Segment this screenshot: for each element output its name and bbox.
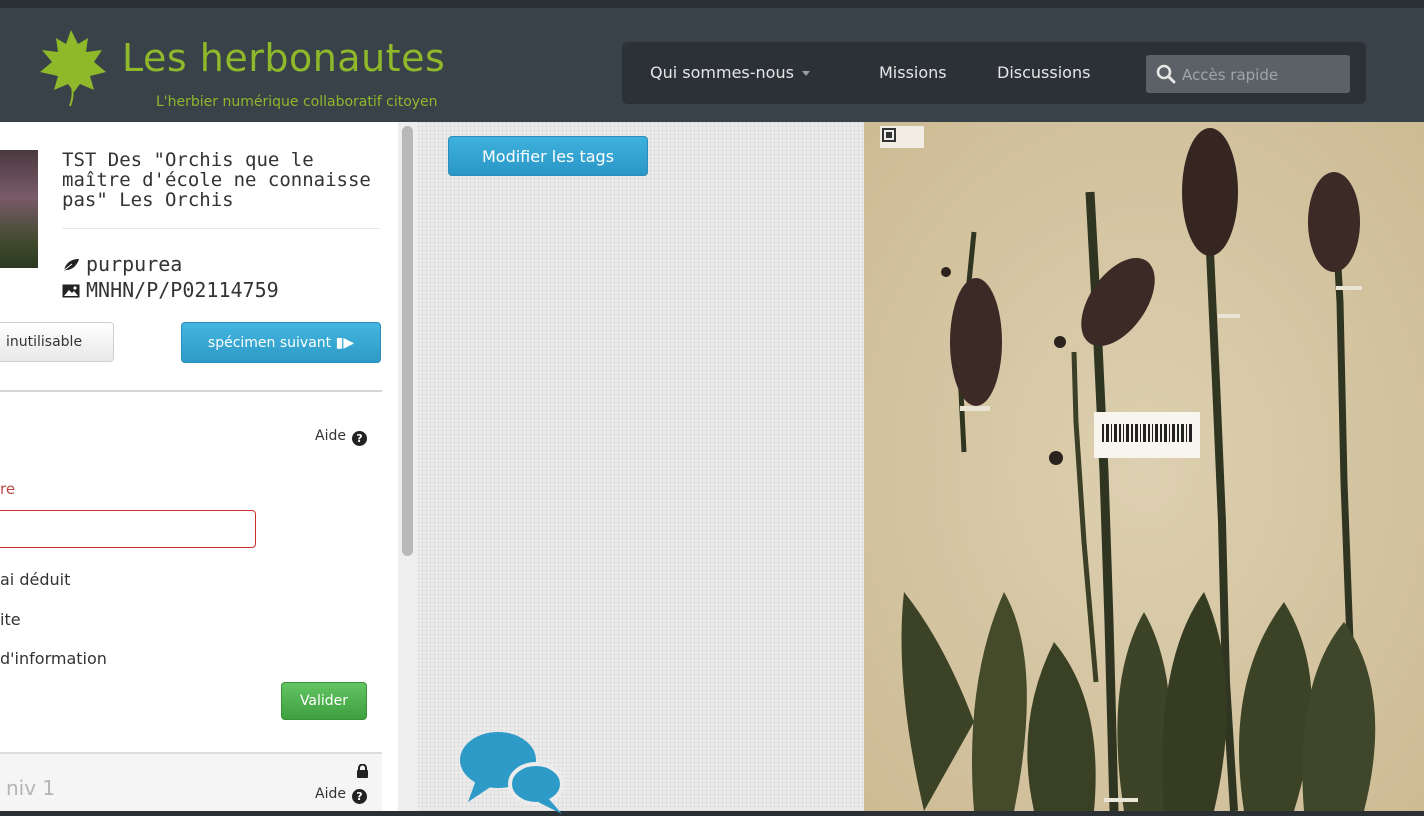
specimen-title: TST Des "Orchis que le maître d'école ne… — [62, 149, 371, 211]
sidebar-scrollbar[interactable] — [398, 122, 418, 811]
site-subtitle: L'herbier numérique collaboratif citoyen — [156, 94, 438, 110]
herbarium-sheet — [864, 122, 1424, 811]
divider — [62, 228, 380, 229]
catalog-number[interactable]: MNHN/P/P02114759 — [86, 278, 279, 302]
search-icon — [1156, 64, 1176, 84]
search-input[interactable] — [1180, 55, 1348, 95]
navbar: Qui sommes-nous Missions Discussions — [622, 42, 1366, 104]
option-illegible[interactable]: ite — [0, 610, 21, 629]
picture-icon — [62, 284, 80, 298]
level-help-link[interactable]: Aide? — [315, 786, 367, 804]
header: Les herbonautes L'herbier numérique coll… — [0, 0, 1424, 122]
discussion-icon[interactable] — [458, 726, 568, 816]
site-title[interactable]: Les herbonautes — [122, 36, 445, 80]
question-circle-icon: ? — [351, 431, 367, 446]
tags-panel: Modifier les tags — [418, 122, 864, 814]
answer-input[interactable] — [0, 510, 256, 548]
species-name: purpurea — [86, 252, 183, 276]
quick-search — [1146, 55, 1350, 95]
step-forward-icon: ▮▶ — [335, 334, 355, 351]
caret-down-icon — [801, 71, 810, 76]
help-link[interactable]: Aide? — [315, 428, 367, 446]
catalog-row: MNHN/P/P02114759 — [62, 278, 279, 302]
level-help-label: Aide — [315, 786, 346, 802]
sidebar: TST Des "Orchis que le maître d'école ne… — [0, 122, 398, 811]
level-label: niv 1 — [6, 776, 56, 800]
option-no-information[interactable]: d'information — [0, 649, 107, 668]
leaf-icon — [62, 259, 79, 272]
edit-tags-button[interactable]: Modifier les tags — [448, 136, 648, 176]
level-panel: niv 1 Aide? — [0, 752, 382, 811]
question-circle-icon: ? — [351, 789, 367, 804]
leaf-logo-icon[interactable] — [34, 28, 108, 108]
help-label: Aide — [315, 428, 346, 444]
specimen-image[interactable] — [864, 122, 1424, 811]
nav-missions[interactable]: Missions — [879, 63, 947, 82]
mark-unusable-button[interactable]: inutilisable — [0, 322, 114, 362]
nav-discussions[interactable]: Discussions — [997, 63, 1090, 82]
divider — [0, 390, 382, 392]
scrollbar-thumb[interactable] — [402, 126, 413, 556]
nav-about[interactable]: Qui sommes-nous — [650, 63, 810, 82]
lock-icon — [357, 764, 368, 778]
species-row: purpurea — [62, 252, 182, 276]
specimen-thumbnail[interactable] — [0, 150, 38, 268]
option-deduced[interactable]: ai déduit — [0, 570, 70, 589]
next-specimen-button[interactable]: spécimen suivant ▮▶ — [181, 322, 381, 363]
nav-about-label: Qui sommes-nous — [650, 63, 794, 82]
next-specimen-label: spécimen suivant — [207, 334, 332, 351]
validate-button[interactable]: Valider — [281, 682, 367, 720]
field-label: re — [0, 480, 16, 498]
